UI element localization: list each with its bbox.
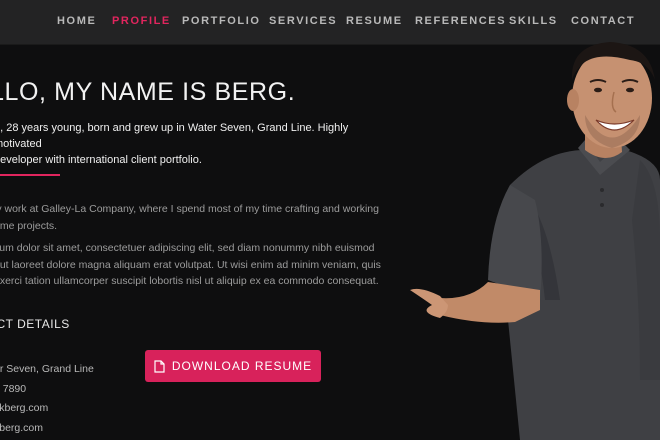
nav-item-portfolio[interactable]: PORTFOLIO [182,15,261,27]
contact-details-heading: ACT DETAILS [0,317,70,331]
nav-item-services[interactable]: SERVICES [269,15,337,27]
contact-email[interactable]: ckberg.com [0,402,48,414]
nav-item-resume[interactable]: RESUME [346,15,403,27]
download-resume-button[interactable]: DOWNLOAD RESUME [145,350,321,382]
profile-paragraph-lorem: sum dolor sit amet, consectetuer adipisc… [0,240,392,290]
intro-line: developer with international client port… [0,154,202,166]
paragraph-line: ome projects. [0,219,58,232]
document-icon [154,359,165,373]
profile-intro: g, 28 years young, born and grew up in W… [0,120,394,168]
contact-address: er Seven, Grand Line [0,363,94,375]
paragraph-line: ly work at Galley-La Company, where I sp… [0,203,379,215]
profile-paragraph-work: ly work at Galley-La Company, where I sp… [0,201,392,234]
paragraph-line: t ut laoreet dolore magna aliquam erat v… [0,258,381,271]
intro-line: g, 28 years young, born and grew up in W… [0,122,349,150]
download-resume-label: DOWNLOAD RESUME [171,359,313,373]
nav-item-home[interactable]: HOME [57,15,96,27]
profile-headline: LLO, MY NAME IS BERG. [0,78,296,106]
paragraph-line: exerci tation ullamcorper suscipit lobor… [0,275,379,287]
accent-divider [0,174,60,176]
nav-item-profile[interactable]: PROFILE [112,15,171,27]
contact-website[interactable]: kberg.com [0,422,43,434]
profile-portrait-image [410,42,660,440]
paragraph-line: sum dolor sit amet, consectetuer adipisc… [0,242,375,254]
contact-phone: 6 7890 [0,383,27,395]
